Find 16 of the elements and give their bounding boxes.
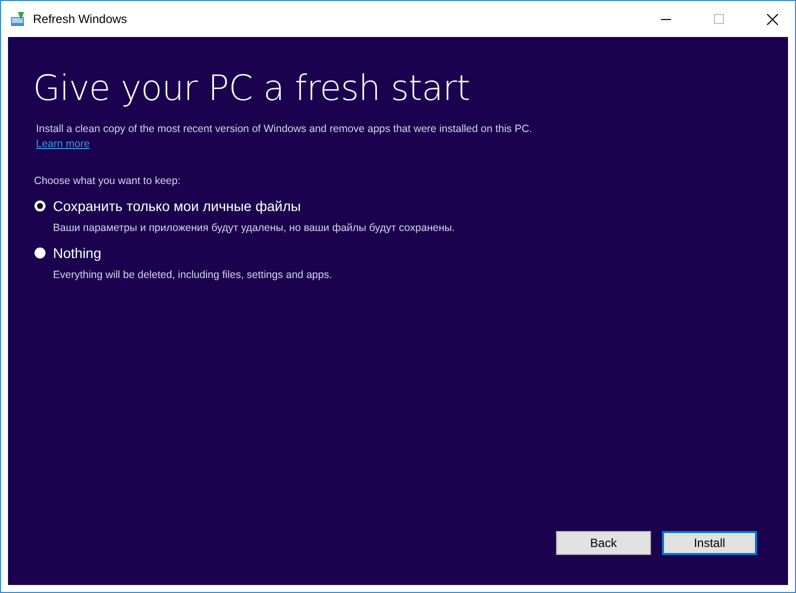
radio-button[interactable] (34, 200, 46, 212)
prompt-text: Choose what you want to keep: (34, 175, 181, 187)
description-text: Install a clean copy of the most recent version of Windows and remove apps that were installed on this PC. (36, 123, 532, 135)
maximize-icon (714, 14, 724, 24)
learn-more-link[interactable]: Learn more (36, 138, 90, 150)
option-description: Ваши параметры и приложения будут удалены, но ваши файлы будут сохранены. (53, 222, 455, 234)
option-label[interactable]: Сохранить только мои личные файлы (53, 198, 301, 214)
radio-button[interactable] (34, 247, 46, 259)
window-title: Refresh Windows (33, 12, 128, 26)
back-button[interactable]: Back (556, 531, 651, 555)
install-button[interactable]: Install (662, 531, 757, 555)
heading: Give your PC a fresh start (33, 68, 470, 111)
close-icon (766, 14, 778, 24)
option-label[interactable]: Nothing (53, 245, 102, 261)
option-description: Everything will be deleted, including files, settings and apps. (53, 269, 332, 281)
app-icon (10, 11, 26, 27)
